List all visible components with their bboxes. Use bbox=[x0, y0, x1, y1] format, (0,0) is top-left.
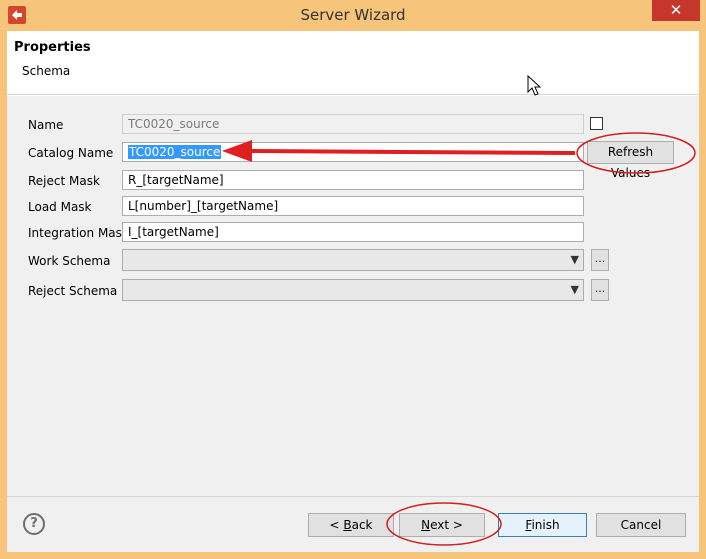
catalog-name-value: TC0020_source bbox=[128, 145, 222, 159]
cancel-button[interactable]: Cancel bbox=[596, 513, 686, 537]
chevron-down-icon: ▼ bbox=[570, 283, 579, 296]
reject-schema-label: Reject Schema bbox=[28, 284, 118, 298]
mouse-cursor-icon bbox=[527, 75, 542, 96]
reject-schema-combo[interactable]: ▼ bbox=[122, 279, 584, 301]
wizard-window: Server Wizard ✕ Properties Schema Name T… bbox=[0, 0, 706, 559]
work-schema-browse-button[interactable]: ... bbox=[591, 249, 609, 271]
catalog-name-field[interactable]: TC0020_source bbox=[122, 142, 584, 162]
footer-divider bbox=[7, 496, 699, 497]
next-mnemonic: N bbox=[421, 518, 431, 532]
back-arrow: < bbox=[329, 518, 344, 532]
chevron-down-icon: ▼ bbox=[570, 253, 579, 266]
load-mask-field[interactable]: L[number]_[targetName] bbox=[122, 196, 584, 216]
wizard-client: Properties Schema Name TC0020_source Cat… bbox=[7, 31, 699, 552]
work-schema-label: Work Schema bbox=[28, 254, 111, 268]
wizard-header: Properties Schema bbox=[7, 31, 699, 95]
finish-button[interactable]: Finish bbox=[498, 513, 587, 537]
integration-mask-field[interactable]: I_[targetName] bbox=[122, 222, 584, 242]
back-label-rest: ack bbox=[351, 518, 373, 532]
work-schema-combo[interactable]: ▼ bbox=[122, 249, 584, 271]
integration-mask-label: Integration Mask bbox=[28, 226, 129, 240]
finish-label-rest: inish bbox=[531, 518, 560, 532]
header-divider bbox=[7, 95, 699, 96]
back-button[interactable]: < Back bbox=[308, 513, 394, 537]
reject-schema-browse-button[interactable]: ... bbox=[591, 279, 609, 301]
window-title: Server Wizard bbox=[300, 6, 406, 24]
name-field: TC0020_source bbox=[122, 114, 584, 134]
close-button[interactable]: ✕ bbox=[652, 0, 700, 21]
refresh-values-button[interactable]: Refresh Values bbox=[587, 141, 674, 180]
name-label: Name bbox=[28, 118, 64, 132]
next-label-rest: ext > bbox=[430, 518, 463, 532]
back-mnemonic: B bbox=[343, 518, 352, 532]
page-title: Properties bbox=[14, 40, 91, 55]
page-subtitle: Schema bbox=[22, 64, 71, 78]
help-icon[interactable]: ? bbox=[23, 513, 45, 535]
reject-mask-label: Reject Mask bbox=[28, 174, 100, 188]
catalog-name-label: Catalog Name bbox=[28, 146, 114, 160]
name-checkbox[interactable] bbox=[590, 117, 603, 130]
next-button[interactable]: Next > bbox=[399, 513, 485, 537]
reject-mask-field[interactable]: R_[targetName] bbox=[122, 170, 584, 190]
title-bar: Server Wizard ✕ bbox=[0, 0, 706, 31]
load-mask-label: Load Mask bbox=[28, 200, 92, 214]
